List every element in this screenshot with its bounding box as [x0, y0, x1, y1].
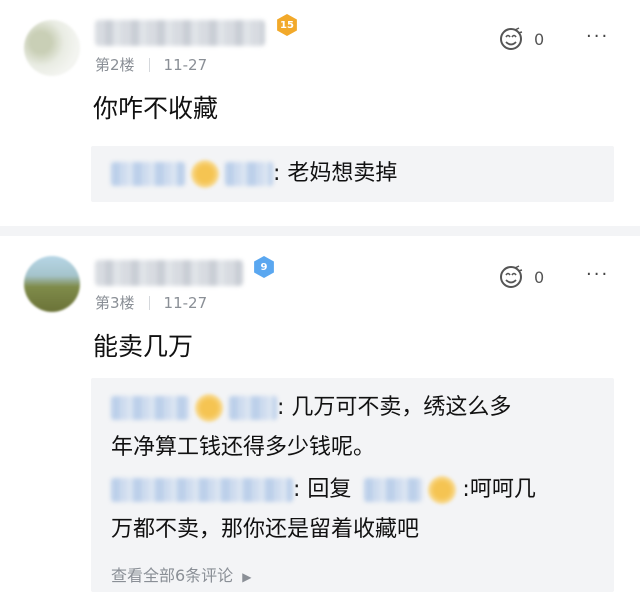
reply-author-blurred: [225, 162, 273, 186]
reply-text-line2: 万都不卖，那你还是留着收藏吧: [111, 517, 420, 542]
like-button[interactable]: 0: [498, 264, 544, 290]
username-blurred[interactable]: [95, 20, 265, 46]
post-divider: [0, 226, 640, 236]
post-content: 你咋不收藏: [93, 94, 219, 123]
reply-author-avatar: [195, 394, 223, 422]
level-badge-text: 9: [260, 261, 268, 273]
reply-target-avatar: [428, 476, 457, 504]
reply-author-blurred: [111, 162, 185, 186]
post-floor-2: 15 第2楼 11-27 0 ··· 你咋不收藏 : 老妈想卖掉: [0, 0, 640, 225]
reply-item[interactable]: : 几万可不卖，绣这么多 年净算工钱还得多少钱呢。: [111, 388, 597, 468]
more-dots-icon[interactable]: ···: [586, 26, 609, 47]
post-floor-3: 9 第3楼 11-27 0 ··· 能卖几万 : 几万可不卖，绣这么多 年净算工…: [0, 236, 640, 594]
post-content: 能卖几万: [93, 332, 194, 361]
level-badge-text: 15: [280, 19, 294, 31]
reply-author-blurred: [229, 396, 277, 420]
username-blurred[interactable]: [95, 260, 243, 286]
reply-colon: :: [277, 395, 292, 420]
reply-box: : 老妈想卖掉: [91, 146, 614, 202]
floor-number: 第3楼: [95, 294, 135, 312]
like-face-icon: [500, 265, 523, 288]
reply-item[interactable]: : 回复 :呵呵几 万都不卖，那你还是留着收藏吧: [111, 470, 597, 550]
floor-number: 第2楼: [95, 56, 135, 74]
more-dots-icon[interactable]: ···: [586, 264, 609, 285]
meta-separator: [148, 57, 150, 72]
reply-author-blurred: [111, 478, 293, 502]
meta-separator: [148, 295, 150, 310]
chevron-right-icon: ▶: [242, 570, 252, 584]
level-badge: 9: [254, 256, 274, 278]
avatar[interactable]: [24, 256, 80, 312]
like-count: 0: [534, 267, 545, 287]
view-all-comments-link[interactable]: 查看全部6条评论 ▶: [111, 562, 252, 586]
avatar[interactable]: [24, 20, 80, 76]
level-badge: 15: [277, 14, 297, 36]
reply-colon: :: [273, 161, 288, 186]
post-date: 11-27: [163, 293, 208, 312]
reply-author-avatar: [191, 160, 219, 188]
reply-colon: :: [293, 477, 308, 502]
post-date: 11-27: [163, 55, 208, 74]
reply-text-line1: 几万可不卖，绣这么多: [291, 395, 512, 420]
reply-text-line2: 年净算工钱还得多少钱呢。: [111, 435, 376, 460]
floor-meta: 第3楼 11-27: [95, 292, 207, 313]
floor-meta: 第2楼 11-27: [95, 54, 207, 75]
reply-prefix: 回复: [307, 477, 352, 502]
like-face-icon: [500, 27, 523, 50]
reply-item[interactable]: : 老妈想卖掉: [111, 154, 597, 194]
reply-author-blurred: [111, 396, 189, 420]
reply-box: : 几万可不卖，绣这么多 年净算工钱还得多少钱呢。 : 回复 :呵呵几 万都不卖…: [91, 378, 614, 592]
reply-text-line1: :呵呵几: [462, 477, 536, 502]
reply-target-blurred: [364, 478, 423, 502]
reply-text: 老妈想卖掉: [287, 161, 398, 186]
like-button[interactable]: 0: [498, 26, 544, 52]
view-all-label: 查看全部6条评论: [111, 566, 234, 585]
like-count: 0: [534, 29, 545, 49]
